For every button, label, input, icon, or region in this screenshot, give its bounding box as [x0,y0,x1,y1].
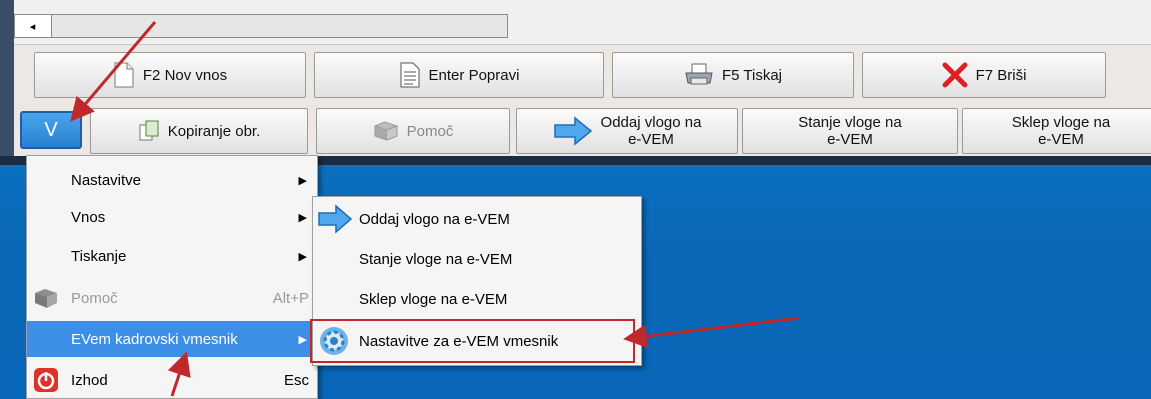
annotation-arrow-v-button [70,21,157,122]
annotation-arrows [70,21,801,397]
annotation-arrow-settings [623,316,801,349]
annotation-arrow-evem-item [167,351,191,397]
